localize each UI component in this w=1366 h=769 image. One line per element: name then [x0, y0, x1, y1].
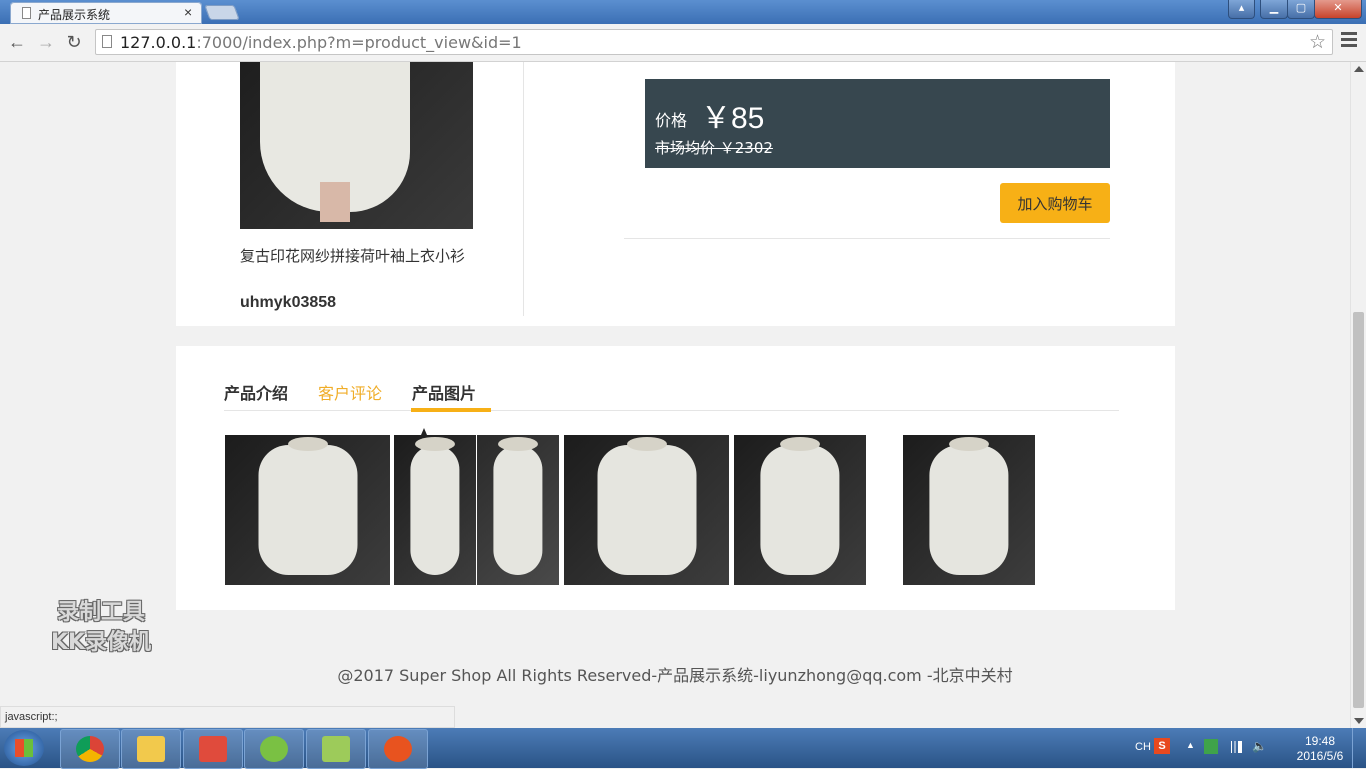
taskbar-app-recorder[interactable] — [368, 729, 428, 769]
product-main-image — [240, 62, 473, 229]
column-divider — [523, 62, 524, 316]
taskbar-app-green[interactable] — [244, 729, 304, 769]
windows-logo-icon — [15, 739, 33, 757]
signal-icon[interactable] — [1228, 741, 1242, 753]
gallery-image[interactable] — [477, 435, 559, 585]
minimize-button[interactable]: ▁ — [1260, 0, 1288, 19]
tab-product-intro[interactable]: 产品介绍 — [224, 380, 288, 404]
product-sku: uhmyk03858 — [240, 294, 337, 311]
system-tray: CH S ▲ 🔈 19:48 2016/5/6 — [1130, 728, 1366, 768]
gallery-image[interactable] — [564, 435, 729, 585]
back-arrow-icon[interactable]: ← — [6, 31, 28, 53]
price-box: 价格 ￥85 市场均价 ￥2302 — [645, 79, 1110, 168]
tab-customer-reviews[interactable]: 客户评论 — [318, 380, 382, 404]
clock[interactable]: 19:48 2016/5/6 — [1290, 734, 1350, 764]
tab-product-images[interactable]: 产品图片 — [412, 380, 476, 404]
tab-title: 产品展示系统 — [38, 8, 111, 22]
show-desktop-button[interactable] — [1352, 728, 1366, 768]
reload-icon[interactable]: ↻ — [63, 31, 85, 53]
tab-close-icon[interactable]: × — [184, 4, 192, 20]
recorder-watermark: 录制工具 KK录像机 — [32, 598, 170, 658]
gallery-image[interactable] — [394, 435, 476, 585]
url-text[interactable]: 127.0.0.1:7000/index.php?m=product_view&… — [120, 33, 522, 52]
menu-icon[interactable] — [1341, 32, 1357, 52]
market-price: 市场均价 ￥2302 — [655, 139, 773, 157]
gallery-image[interactable] — [734, 435, 866, 585]
taskbar-explorer[interactable] — [121, 729, 181, 769]
watermark-line2: KK录像机 — [50, 630, 152, 655]
chrome-icon — [76, 736, 104, 762]
ime-icon[interactable]: S — [1154, 738, 1170, 754]
app-icon — [260, 736, 288, 762]
gallery-image[interactable] — [225, 435, 390, 585]
maximize-button[interactable]: ▢ — [1287, 0, 1315, 19]
taskbar-chrome[interactable] — [60, 729, 120, 769]
product-tabs: 产品介绍 客户评论 产品图片 — [224, 380, 1119, 442]
notes-icon — [199, 736, 227, 762]
folder-icon — [137, 736, 165, 762]
price-value: ￥85 — [701, 102, 765, 135]
dress-figure — [260, 62, 410, 222]
scrollbar-thumb[interactable] — [1353, 312, 1364, 708]
active-tab-indicator — [411, 408, 491, 412]
url-path: :7000/index.php?m=product_view&id=1 — [196, 33, 522, 52]
network-app-icon[interactable] — [1204, 739, 1218, 754]
bookmark-star-icon[interactable]: ☆ — [1309, 31, 1326, 54]
new-tab-button[interactable] — [204, 5, 240, 20]
start-button[interactable] — [4, 730, 44, 766]
recorder-icon — [384, 736, 412, 762]
language-indicator[interactable]: CH — [1135, 741, 1151, 753]
product-name: 复古印花网纱拼接荷叶袖上衣小衫 — [240, 247, 466, 265]
browser-toolbar: ← → ↻ 127.0.0.1:7000/index.php?m=product… — [0, 24, 1366, 62]
status-bar: javascript:; — [0, 706, 455, 728]
taskbar-app-editor[interactable] — [306, 729, 366, 769]
editor-icon — [322, 736, 350, 762]
page-footer: @2017 Super Shop All Rights Reserved-产品展… — [337, 666, 1013, 685]
url-host: 127.0.0.1 — [120, 33, 197, 52]
forward-arrow-icon[interactable]: → — [35, 31, 57, 53]
clock-date: 2016/5/6 — [1296, 749, 1344, 763]
page-icon — [102, 35, 112, 48]
page-icon — [22, 7, 31, 19]
price-label: 价格 — [655, 111, 688, 130]
address-bar[interactable]: 127.0.0.1:7000/index.php?m=product_view&… — [95, 29, 1333, 55]
browser-title-bar: 产品展示系统 × ▴ ▁ ▢ ✕ — [0, 0, 1366, 24]
vertical-scrollbar[interactable] — [1350, 62, 1366, 728]
scroll-down-icon[interactable] — [1354, 718, 1364, 724]
browser-tab[interactable]: 产品展示系统 × — [10, 2, 202, 24]
page-viewport: 复古印花网纱拼接荷叶袖上衣小衫 uhmyk03858 价格 ￥85 市场均价 ￥… — [0, 62, 1350, 728]
gallery-image[interactable] — [903, 435, 1035, 585]
show-hidden-icons-icon[interactable]: ▲ — [1186, 740, 1195, 750]
clock-time: 19:48 — [1304, 734, 1336, 748]
section-divider — [624, 238, 1110, 239]
product-detail-card: 复古印花网纱拼接荷叶袖上衣小衫 uhmyk03858 价格 ￥85 市场均价 ￥… — [176, 62, 1175, 326]
volume-icon[interactable]: 🔈 — [1252, 739, 1267, 753]
product-tabs-card: 产品介绍 客户评论 产品图片 — [176, 346, 1175, 610]
scroll-up-icon[interactable] — [1354, 66, 1364, 72]
add-to-cart-button[interactable]: 加入购物车 — [1000, 183, 1110, 223]
windows-taskbar: CH S ▲ 🔈 19:48 2016/5/6 — [0, 728, 1366, 769]
user-icon[interactable]: ▴ — [1228, 0, 1255, 19]
watermark-line1: 录制工具 — [56, 600, 145, 625]
taskbar-app-notes[interactable] — [183, 729, 243, 769]
close-window-button[interactable]: ✕ — [1314, 0, 1362, 19]
